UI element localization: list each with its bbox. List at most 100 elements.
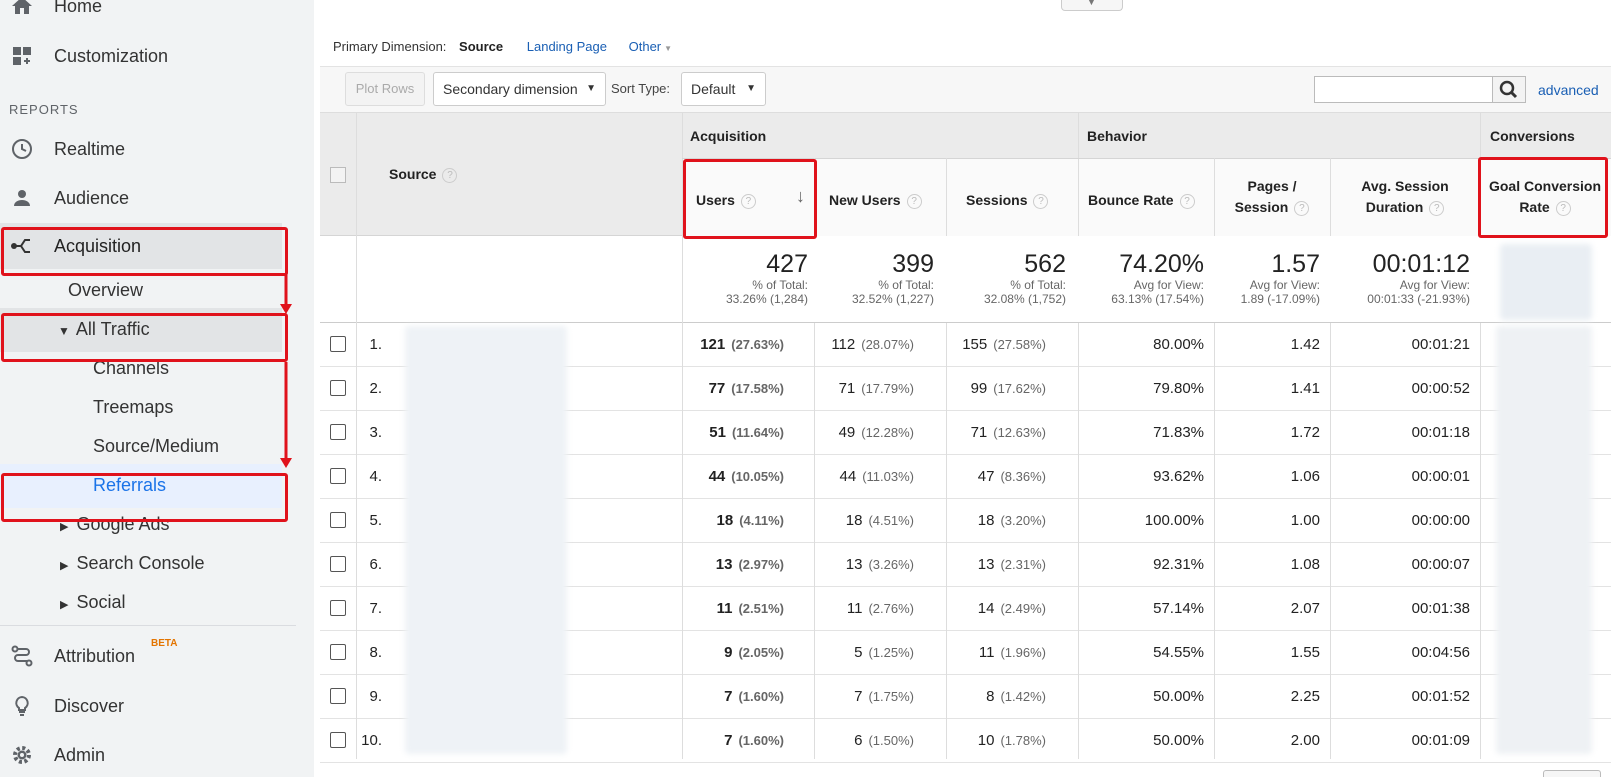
row-sessions-pct: (1.42%) <box>1000 689 1046 704</box>
nav-audience[interactable]: Audience <box>0 186 296 210</box>
annotation-box-users <box>683 159 817 239</box>
nav-discover[interactable]: Discover <box>0 694 296 718</box>
col-source-label: Source <box>389 166 437 182</box>
row-sessions-value: 14 <box>977 600 995 617</box>
divider <box>1214 158 1215 236</box>
total-pages-value: 1.57 <box>1271 250 1320 278</box>
nav-source-medium[interactable]: Source/Medium <box>93 436 219 457</box>
col-duration-label-1: Avg. Session <box>1361 178 1449 194</box>
dimension-landing-page[interactable]: Landing Page <box>527 39 607 54</box>
total-users-label-1: % of Total: <box>752 278 808 292</box>
row-number: 1. <box>369 336 382 353</box>
row-bounce-rate: 71.83% <box>1153 424 1204 441</box>
divider <box>814 323 815 759</box>
row-checkbox[interactable] <box>330 556 346 572</box>
row-users: 51 (11.64%) <box>682 411 784 454</box>
row-users: 13 (2.97%) <box>682 543 784 586</box>
dimension-other[interactable]: Other ▼ <box>629 39 672 54</box>
nav-admin[interactable]: Admin <box>0 743 296 767</box>
nav-search-console[interactable]: ▶ Search Console <box>60 553 205 574</box>
row-checkbox[interactable] <box>330 688 346 704</box>
row-checkbox[interactable] <box>330 732 346 748</box>
row-bounce-rate: 92.31% <box>1153 556 1204 573</box>
table-search-input[interactable] <box>1314 76 1493 103</box>
total-bounce-label-1: Avg for View: <box>1133 278 1204 292</box>
row-users-pct: (1.60%) <box>738 733 784 748</box>
row-sessions-value: 11 <box>978 644 995 661</box>
row-sessions: 47 (8.36%) <box>946 455 1046 498</box>
secondary-dimension-select[interactable]: Secondary dimension ▼ <box>433 72 606 106</box>
row-new-users-pct: (17.79%) <box>861 381 914 396</box>
group-acquisition: Acquisition <box>690 128 767 144</box>
total-users-label-2: 33.26% (1,284) <box>725 292 808 306</box>
caret-right-icon: ▶ <box>60 560 69 572</box>
sort-type-select[interactable]: Default ▼ <box>681 72 766 106</box>
row-sessions: 13 (2.31%) <box>946 543 1046 586</box>
col-source-header[interactable]: Source? <box>389 166 458 183</box>
row-users: 7 (1.60%) <box>682 719 784 762</box>
caret-down-icon: ▼ <box>586 83 596 94</box>
row-checkbox[interactable] <box>330 424 346 440</box>
nav-social-label: Social <box>76 592 126 612</box>
row-checkbox[interactable] <box>330 512 346 528</box>
attribution-icon <box>11 645 33 667</box>
nav-realtime[interactable]: Realtime <box>0 137 296 161</box>
col-sessions-header[interactable]: Sessions? <box>966 190 1049 211</box>
row-checkbox[interactable] <box>330 600 346 616</box>
total-new-users: 399% of Total: 32.52% (1,227) <box>822 250 934 306</box>
nav-overview[interactable]: Overview <box>68 280 143 301</box>
row-checkbox[interactable] <box>330 468 346 484</box>
divider <box>1078 113 1079 236</box>
nav-social[interactable]: ▶ Social <box>60 592 126 613</box>
row-users: 18 (4.11%) <box>682 499 785 542</box>
advanced-link[interactable]: advanced <box>1538 82 1599 98</box>
divider <box>1330 158 1331 236</box>
nav-treemaps[interactable]: Treemaps <box>93 397 173 418</box>
col-pages-label-2: Session <box>1234 199 1289 215</box>
person-icon <box>14 190 30 206</box>
row-sessions: 14 (2.49%) <box>946 587 1046 630</box>
row-sessions-value: 99 <box>970 380 988 397</box>
col-duration-header[interactable]: Avg. Session Duration? <box>1340 176 1470 218</box>
row-checkbox[interactable] <box>330 380 346 396</box>
row-new-users-value: 5 <box>854 644 863 661</box>
nav-home[interactable]: Home <box>0 0 296 18</box>
row-bounce-rate: 93.62% <box>1153 468 1204 485</box>
row-new-users-pct: (1.25%) <box>868 645 914 660</box>
select-all-checkbox[interactable] <box>330 167 346 183</box>
pagination-control[interactable] <box>1543 770 1601 777</box>
group-behavior: Behavior <box>1087 128 1147 144</box>
row-sessions-pct: (27.58%) <box>993 337 1046 352</box>
help-icon: ? <box>442 167 458 183</box>
row-users-pct: (2.05%) <box>738 645 784 660</box>
gear-icon <box>13 746 31 764</box>
row-pages-per-session: 1.55 <box>1290 644 1320 661</box>
dimension-source[interactable]: Source <box>459 39 503 54</box>
annotation-arrows <box>280 274 292 468</box>
row-users-pct: (11.64%) <box>731 425 784 440</box>
row-checkbox[interactable] <box>330 644 346 660</box>
plot-rows-button[interactable]: Plot Rows <box>345 72 425 106</box>
nav-audience-label: Audience <box>54 187 130 208</box>
sidebar: Home Customization REPORTS Realtime Audi… <box>0 0 314 777</box>
redacted-source-names <box>405 326 567 754</box>
row-checkbox[interactable] <box>330 336 346 352</box>
row-new-users: 112 (28.07%) <box>814 323 914 366</box>
collapse-toggle[interactable]: ▼ <box>1061 0 1123 11</box>
nav-customization[interactable]: Customization <box>0 44 296 68</box>
col-new-users-header[interactable]: New Users? <box>829 190 922 211</box>
row-users-pct: (4.11%) <box>739 513 784 528</box>
col-bounce-label: Bounce Rate <box>1088 192 1174 208</box>
nav-attribution[interactable]: Attribution BETA <box>0 638 296 668</box>
row-new-users-value: 13 <box>845 556 863 573</box>
nav-attribution-label: Attribution <box>54 645 136 666</box>
search-button[interactable] <box>1492 76 1526 103</box>
col-bounce-header[interactable]: Bounce Rate? <box>1088 190 1195 211</box>
row-pages-per-session: 1.41 <box>1290 380 1320 397</box>
divider <box>682 323 683 759</box>
col-pages-header[interactable]: Pages / Session? <box>1220 176 1324 218</box>
row-bounce-rate: 50.00% <box>1153 732 1204 749</box>
total-users-value: 427 <box>766 250 808 278</box>
row-users-value: 11 <box>716 600 733 617</box>
lightbulb-icon <box>15 695 29 716</box>
